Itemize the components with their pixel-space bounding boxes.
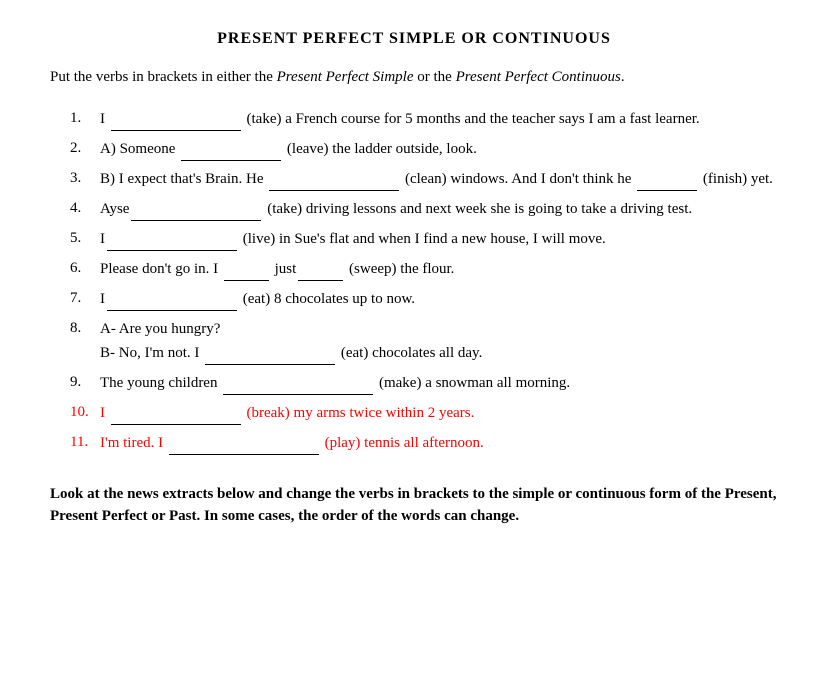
exercise-num-3: 3. xyxy=(70,167,100,191)
exercise-text-8: A- Are you hungry? B- No, I'm not. I (ea… xyxy=(100,317,778,365)
page-title: PRESENT PERFECT SIMPLE OR CONTINUOUS xyxy=(50,30,778,48)
blank-7[interactable] xyxy=(107,295,237,311)
exercise-item-9: 9. The young children (make) a snowman a… xyxy=(70,371,778,395)
exercise-text-1: I (take) a French course for 5 months an… xyxy=(100,107,778,131)
exercise-num-2: 2. xyxy=(70,137,100,161)
exercise-num-9: 9. xyxy=(70,371,100,395)
blank-3b[interactable] xyxy=(637,175,697,191)
instructions: Put the verbs in brackets in either the … xyxy=(50,66,778,89)
exercise-text-11: I'm tired. I (play) tennis all afternoon… xyxy=(100,431,778,455)
exercise-text-10: I (break) my arms twice within 2 years. xyxy=(100,401,778,425)
blank-10[interactable] xyxy=(111,409,241,425)
exercise-item-4: 4. Ayse (take) driving lessons and next … xyxy=(70,197,778,221)
bottom-instructions: Look at the news extracts below and chan… xyxy=(50,483,778,528)
exercise-text-2: A) Someone (leave) the ladder outside, l… xyxy=(100,137,778,161)
exercise-text-9: The young children (make) a snowman all … xyxy=(100,371,778,395)
exercise-item-6: 6. Please don't go in. I just (sweep) th… xyxy=(70,257,778,281)
exercise-text-7: I (eat) 8 chocolates up to now. xyxy=(100,287,778,311)
exercise-num-11: 11. xyxy=(70,431,100,455)
exercise-text-6: Please don't go in. I just (sweep) the f… xyxy=(100,257,778,281)
exercise-num-8: 8. xyxy=(70,317,100,365)
exercise-num-7: 7. xyxy=(70,287,100,311)
exercise-num-1: 1. xyxy=(70,107,100,131)
exercise-text-4: Ayse (take) driving lessons and next wee… xyxy=(100,197,778,221)
exercises-list: 1. I (take) a French course for 5 months… xyxy=(70,107,778,455)
exercise-item-1: 1. I (take) a French course for 5 months… xyxy=(70,107,778,131)
blank-3a[interactable] xyxy=(269,175,399,191)
blank-2[interactable] xyxy=(181,145,281,161)
exercise-num-4: 4. xyxy=(70,197,100,221)
exercise-text-5: I (live) in Sue's flat and when I find a… xyxy=(100,227,778,251)
blank-9[interactable] xyxy=(223,379,373,395)
blank-4[interactable] xyxy=(131,205,261,221)
exercise-num-5: 5. xyxy=(70,227,100,251)
blank-1[interactable] xyxy=(111,115,241,131)
exercise-num-10: 10. xyxy=(70,401,100,425)
exercise-item-3: 3. B) I expect that's Brain. He (clean) … xyxy=(70,167,778,191)
exercise-text-3: B) I expect that's Brain. He (clean) win… xyxy=(100,167,778,191)
blank-8[interactable] xyxy=(205,349,335,365)
exercise-num-6: 6. xyxy=(70,257,100,281)
exercise-item-7: 7. I (eat) 8 chocolates up to now. xyxy=(70,287,778,311)
exercise-item-8: 8. A- Are you hungry? B- No, I'm not. I … xyxy=(70,317,778,365)
blank-5[interactable] xyxy=(107,235,237,251)
blank-6b[interactable] xyxy=(298,265,343,281)
exercise-item-2: 2. A) Someone (leave) the ladder outside… xyxy=(70,137,778,161)
exercise-item-11: 11. I'm tired. I (play) tennis all after… xyxy=(70,431,778,455)
exercise-item-5: 5. I (live) in Sue's flat and when I fin… xyxy=(70,227,778,251)
blank-11[interactable] xyxy=(169,439,319,455)
exercise-item-10: 10. I (break) my arms twice within 2 yea… xyxy=(70,401,778,425)
blank-6a[interactable] xyxy=(224,265,269,281)
